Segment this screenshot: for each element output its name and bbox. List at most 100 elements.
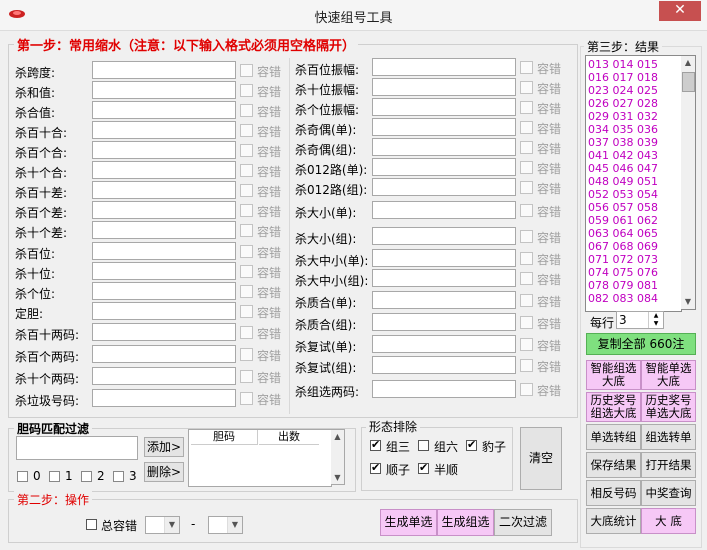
filter-input[interactable]: [372, 335, 516, 353]
filter-input[interactable]: [372, 78, 516, 96]
dan-count-checkbox[interactable]: [81, 471, 92, 482]
tolerance-checkbox[interactable]: [240, 84, 253, 97]
filter-input[interactable]: [92, 121, 236, 139]
filter-input[interactable]: [372, 58, 516, 76]
filter-input[interactable]: [92, 61, 236, 79]
filter-input[interactable]: [372, 178, 516, 196]
filter-input[interactable]: [92, 81, 236, 99]
gen-group-button[interactable]: 生成组选: [437, 509, 494, 536]
shape-checkbox[interactable]: [466, 438, 477, 451]
tolerance-checkbox[interactable]: [520, 316, 533, 329]
close-button[interactable]: ✕: [659, 1, 701, 21]
tolerance-checkbox[interactable]: [520, 121, 533, 134]
tolerance-checkbox[interactable]: [240, 144, 253, 157]
shape-checkbox[interactable]: [418, 461, 429, 474]
gen-single-button[interactable]: 生成单选: [380, 509, 437, 536]
add-button[interactable]: 添加>: [144, 437, 184, 457]
tolerance-checkbox[interactable]: [520, 141, 533, 154]
dan-count-checkbox[interactable]: [49, 471, 60, 482]
tolerance-checkbox[interactable]: [520, 204, 533, 217]
shape-checkbox[interactable]: [370, 438, 381, 451]
tolerance-checkbox[interactable]: [240, 104, 253, 117]
filter-input[interactable]: [372, 118, 516, 136]
tolerance-checkbox[interactable]: [240, 204, 253, 217]
results-scrollbar[interactable]: ▲ ▼: [681, 55, 696, 310]
delete-button[interactable]: 删除>: [144, 462, 184, 482]
filter-input[interactable]: [372, 291, 516, 309]
result-action-button[interactable]: 历史奖号 组选大底: [586, 392, 641, 422]
dan-count-checkbox[interactable]: [17, 471, 28, 482]
filter-input[interactable]: [372, 98, 516, 116]
tolerance-checkbox[interactable]: [240, 265, 253, 278]
scroll-up-icon[interactable]: ▲: [681, 56, 695, 70]
result-action-button[interactable]: 智能组选 大底: [586, 360, 641, 390]
filter-input[interactable]: [92, 101, 236, 119]
tolerance-checkbox[interactable]: [520, 252, 533, 265]
tolerance-checkbox[interactable]: [240, 392, 253, 405]
filter-input[interactable]: [92, 262, 236, 280]
tolerance-checkbox[interactable]: [240, 305, 253, 318]
filter-input[interactable]: [92, 367, 236, 385]
dan-table[interactable]: 胆码 出数: [188, 429, 332, 487]
second-filter-button[interactable]: 二次过滤: [494, 509, 552, 536]
tolerance-checkbox[interactable]: [240, 224, 253, 237]
filter-input[interactable]: [92, 323, 236, 341]
result-action-button[interactable]: 大 底: [641, 508, 696, 534]
filter-input[interactable]: [92, 221, 236, 239]
filter-input[interactable]: [372, 201, 516, 219]
results-list[interactable]: 013 014 015 016 017 018 023 024 025 026 027…: [585, 55, 682, 312]
result-action-button[interactable]: 中奖查询: [641, 480, 696, 506]
tolerance-min-select[interactable]: ▼: [145, 516, 180, 534]
tolerance-checkbox[interactable]: [240, 245, 253, 258]
dan-count-checkbox[interactable]: [113, 471, 124, 482]
filter-input[interactable]: [372, 380, 516, 398]
result-action-button[interactable]: 打开结果: [641, 452, 696, 478]
tolerance-checkbox[interactable]: [520, 338, 533, 351]
result-action-button[interactable]: 相反号码: [586, 480, 641, 506]
tolerance-checkbox[interactable]: [240, 348, 253, 361]
tolerance-checkbox[interactable]: [520, 161, 533, 174]
copy-all-button[interactable]: 复制全部 660注: [586, 333, 696, 355]
filter-input[interactable]: [372, 227, 516, 245]
tolerance-checkbox[interactable]: [520, 181, 533, 194]
filter-input[interactable]: [372, 356, 516, 374]
tolerance-checkbox[interactable]: [520, 359, 533, 372]
filter-input[interactable]: [372, 313, 516, 331]
filter-input[interactable]: [92, 389, 236, 407]
filter-input[interactable]: [92, 242, 236, 260]
result-action-button[interactable]: 组选转单: [641, 424, 696, 450]
result-action-button[interactable]: 历史奖号 单选大底: [641, 392, 696, 422]
filter-input[interactable]: [372, 158, 516, 176]
result-action-button[interactable]: 大底统计: [586, 508, 641, 534]
tolerance-checkbox[interactable]: [240, 326, 253, 339]
scroll-up-icon[interactable]: ▲: [331, 430, 344, 443]
tolerance-checkbox[interactable]: [520, 294, 533, 307]
filter-input[interactable]: [372, 138, 516, 156]
shape-checkbox[interactable]: [418, 440, 429, 451]
result-action-button[interactable]: 单选转组: [586, 424, 641, 450]
tolerance-checkbox[interactable]: [240, 164, 253, 177]
filter-input[interactable]: [92, 201, 236, 219]
total-tolerance-checkbox[interactable]: [86, 519, 97, 530]
tolerance-checkbox[interactable]: [240, 370, 253, 383]
tolerance-checkbox[interactable]: [240, 124, 253, 137]
filter-input[interactable]: [92, 161, 236, 179]
dan-input[interactable]: [16, 436, 138, 460]
tolerance-checkbox[interactable]: [520, 272, 533, 285]
filter-input[interactable]: [92, 302, 236, 320]
result-action-button[interactable]: 智能单选 大底: [641, 360, 696, 390]
tolerance-checkbox[interactable]: [240, 285, 253, 298]
stepper-up-icon[interactable]: ▲: [648, 312, 663, 320]
clear-button[interactable]: 清空: [520, 427, 562, 490]
result-action-button[interactable]: 保存结果: [586, 452, 641, 478]
filter-input[interactable]: [92, 282, 236, 300]
per-row-stepper[interactable]: 3 ▲ ▼: [616, 311, 664, 329]
filter-input[interactable]: [92, 141, 236, 159]
filter-input[interactable]: [92, 181, 236, 199]
tolerance-checkbox[interactable]: [520, 230, 533, 243]
filter-input[interactable]: [372, 269, 516, 287]
scroll-down-icon[interactable]: ▼: [681, 295, 695, 309]
tolerance-checkbox[interactable]: [520, 101, 533, 114]
tolerance-checkbox[interactable]: [240, 184, 253, 197]
filter-input[interactable]: [372, 249, 516, 267]
